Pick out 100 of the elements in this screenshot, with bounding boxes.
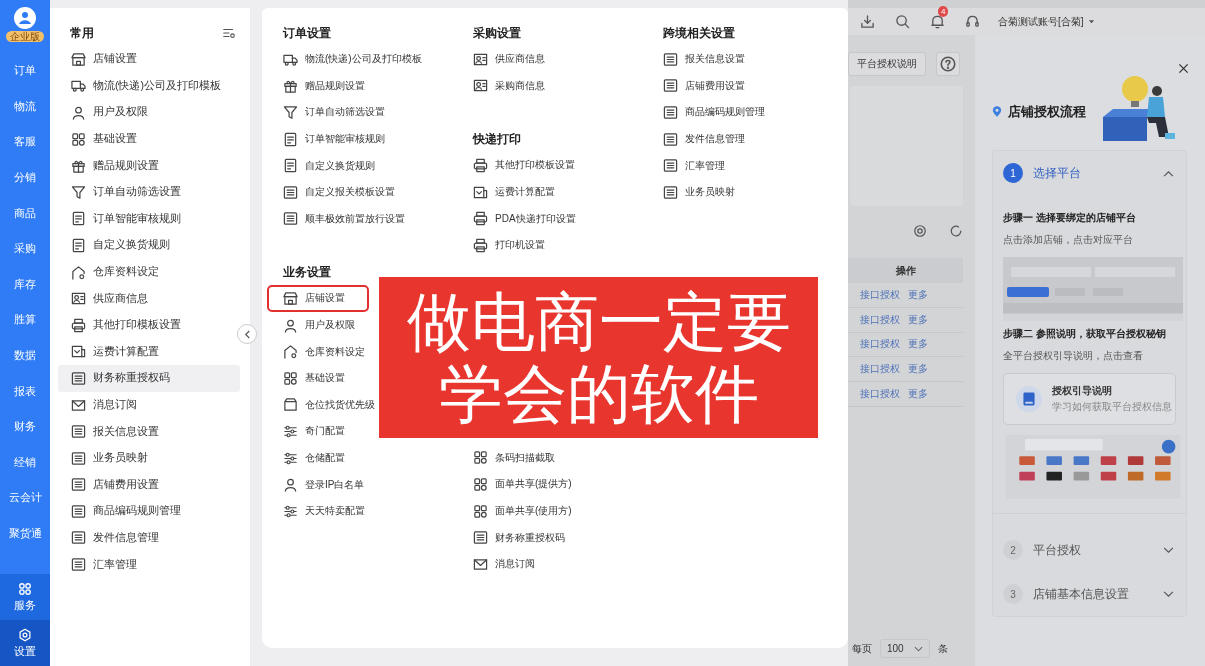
menu-item[interactable]: 订单自动筛选设置 <box>267 99 389 126</box>
menu-item[interactable]: 汇率管理 <box>58 551 240 578</box>
truck-icon <box>71 78 86 94</box>
menu-item[interactable]: 登录IP白名单 <box>267 471 369 498</box>
menu-item[interactable]: 供应商信息 <box>457 46 549 73</box>
menu-item[interactable]: 其他打印模板设置 <box>457 152 579 179</box>
menu-item[interactable]: 发件信息管理 <box>58 524 240 552</box>
step-header[interactable]: 2 平台授权 <box>993 528 1186 572</box>
nav-item[interactable]: 客服 <box>0 124 50 160</box>
nav-item[interactable]: 聚货通 <box>0 515 50 552</box>
nav-item[interactable]: 云会计 <box>0 480 50 516</box>
nav-item[interactable]: 分销 <box>0 159 50 196</box>
nav-item[interactable]: 胜算 <box>0 302 50 338</box>
platform-guide-button[interactable]: 平台授权说明 <box>848 52 926 76</box>
nav-item[interactable]: 设置 <box>0 620 50 666</box>
sliders-icon <box>283 450 298 466</box>
nav-item[interactable]: 库存 <box>0 266 50 303</box>
menu-item[interactable]: 消息订阅 <box>457 550 539 578</box>
nav-item[interactable]: 采购 <box>0 230 50 267</box>
nav-item[interactable]: 服务 <box>0 574 50 620</box>
menu-item[interactable]: 商品编码规则管理 <box>58 498 240 525</box>
step-header[interactable]: 3 店铺基本信息设置 <box>993 572 1186 616</box>
menu-item[interactable]: PDA快递打印设置 <box>457 205 580 232</box>
menu-item[interactable]: 运费计算配置 <box>457 178 559 206</box>
menu-item[interactable]: 顺丰极效前置放行设置 <box>267 205 409 233</box>
menu-item[interactable]: 仓库资料设定 <box>58 258 240 286</box>
document-icon <box>71 424 86 440</box>
menu-item[interactable]: 自定义报关模板设置 <box>267 178 399 206</box>
menu-item[interactable]: 消息订阅 <box>58 391 240 419</box>
menu-item[interactable]: 条码扫描截取 <box>457 444 559 472</box>
menu-item[interactable]: 物流(快递)公司及打印模板 <box>58 72 240 100</box>
menu-item[interactable]: 基础设置 <box>267 364 349 392</box>
menu-item[interactable]: 订单智能审核规则 <box>267 125 389 153</box>
menu-item[interactable]: 面单共享(使用方) <box>457 497 576 525</box>
menu-item[interactable]: 商品编码规则管理 <box>647 99 769 126</box>
nav-item[interactable]: 数据 <box>0 337 50 374</box>
menu-item[interactable]: 店铺设置 <box>267 285 369 312</box>
caption-text: 学会的软件 <box>438 357 759 430</box>
nav-item[interactable]: 订单 <box>0 53 50 89</box>
menu-item[interactable]: 采购商信息 <box>457 72 549 100</box>
page-size-select[interactable]: 100 <box>880 639 930 658</box>
step-header[interactable]: 1 选择平台 <box>993 151 1186 195</box>
menu-item[interactable]: 奇门配置 <box>267 418 349 445</box>
menu-item[interactable]: 仓储配置 <box>267 444 349 472</box>
nav-item[interactable]: 物流 <box>0 88 50 125</box>
refresh-icon[interactable] <box>949 224 963 238</box>
menu-item[interactable]: 自定义换货规则 <box>58 232 240 259</box>
download-icon[interactable] <box>860 14 875 29</box>
menu-item[interactable]: 店铺费用设置 <box>58 471 240 499</box>
section-heading: 采购设置 <box>473 25 522 41</box>
menu-item[interactable]: 面单共享(提供方) <box>457 471 576 498</box>
notification-badge: 4 <box>938 6 949 17</box>
menu-item[interactable]: 运费计算配置 <box>58 338 240 366</box>
menu-item[interactable]: 赠品规则设置 <box>58 152 240 179</box>
menu-item[interactable]: 报关信息设置 <box>647 46 749 73</box>
menu-item[interactable]: 财务称重授权码 <box>58 365 240 392</box>
caret-icon <box>1087 18 1095 25</box>
sliders-icon <box>283 423 298 439</box>
menu-item[interactable]: 其他打印模板设置 <box>58 311 240 339</box>
guide-card[interactable]: 授权引导说明 学习如何获取平台授权信息 <box>1003 373 1176 425</box>
list-settings-icon[interactable] <box>222 26 236 40</box>
menu-item[interactable]: 用户及权限 <box>58 99 240 126</box>
menu-item[interactable]: 用户及权限 <box>267 311 359 339</box>
nav-item[interactable]: 经销 <box>0 444 50 481</box>
menu-item[interactable]: 自定义换货规则 <box>267 152 379 179</box>
contact-card-icon <box>71 291 86 307</box>
box-icon <box>283 397 298 413</box>
menu-item[interactable]: 订单智能审核规则 <box>58 205 240 233</box>
target-icon[interactable] <box>913 224 927 238</box>
menu-item[interactable]: 赠品规则设置 <box>267 72 369 100</box>
menu-item[interactable]: 业务员映射 <box>647 178 739 206</box>
gift-icon <box>71 158 86 174</box>
menu-item[interactable]: 报关信息设置 <box>58 418 240 445</box>
menu-item[interactable]: 汇率管理 <box>647 152 729 179</box>
menu-item[interactable]: 物流(快递)公司及打印模板 <box>267 46 426 73</box>
menu-item[interactable]: 发件信息管理 <box>647 125 749 153</box>
nav-item[interactable]: 报表 <box>0 373 50 409</box>
menu-item[interactable]: 天天特卖配置 <box>267 497 369 525</box>
close-icon[interactable] <box>1178 63 1189 74</box>
menu-item[interactable]: 业务员映射 <box>58 444 240 472</box>
menu-item[interactable]: 基础设置 <box>58 125 240 153</box>
help-icon[interactable] <box>936 52 960 76</box>
person-icon <box>283 477 298 493</box>
menu-item[interactable]: 供应商信息 <box>58 285 240 312</box>
nav-item[interactable]: 财务 <box>0 408 50 445</box>
menu-item[interactable]: 仓库资料设定 <box>267 338 369 365</box>
monitor-icon <box>71 344 86 360</box>
menu-item[interactable]: 店铺设置 <box>58 46 240 73</box>
menu-item[interactable]: 财务称重授权码 <box>457 524 569 551</box>
person-icon <box>283 317 298 333</box>
menu-item[interactable]: 仓位找货优先级 <box>267 391 379 419</box>
nav-item[interactable]: 商品 <box>0 195 50 231</box>
account-menu[interactable]: 合菊测试账号[合菊] <box>998 14 1095 29</box>
bell-icon[interactable] <box>930 14 945 29</box>
headset-icon[interactable] <box>965 14 980 29</box>
chevron-down-icon <box>1163 590 1174 598</box>
menu-item[interactable]: 打印机设置 <box>457 231 549 259</box>
menu-item[interactable]: 店铺费用设置 <box>647 72 749 100</box>
menu-item[interactable]: 订单自动筛选设置 <box>58 178 240 206</box>
search-icon[interactable] <box>895 14 910 29</box>
